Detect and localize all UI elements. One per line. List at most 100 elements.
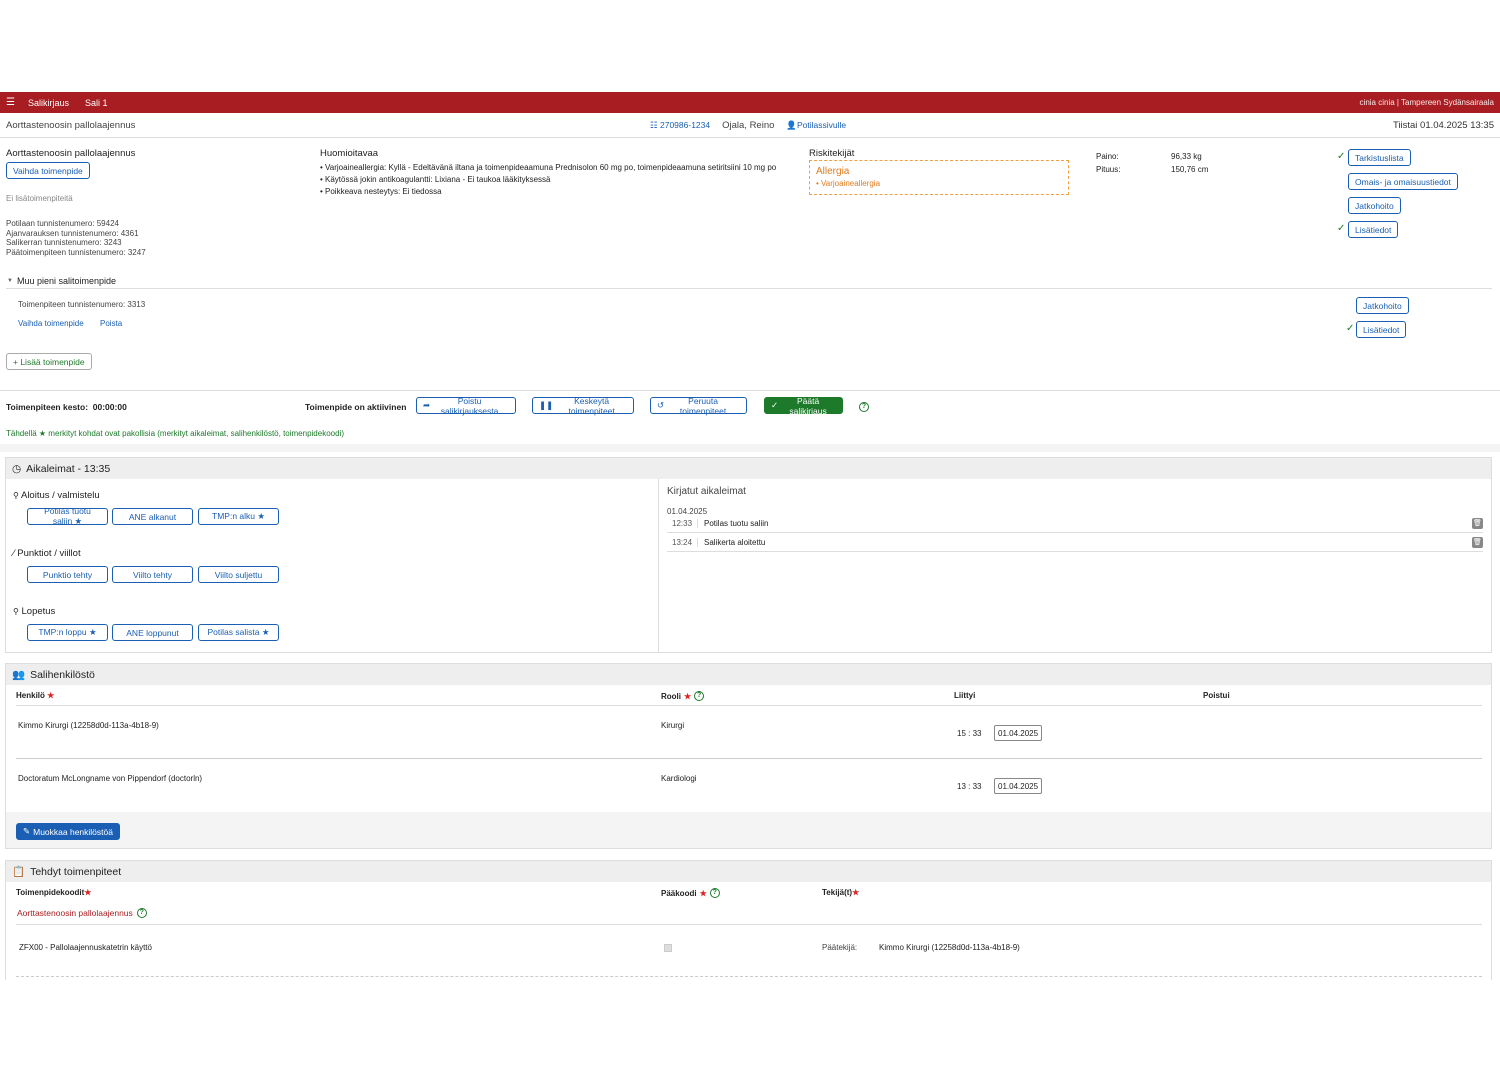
doer-name: Kimmo Kirurgi (12258d0d-113a-4b18-9) — [879, 943, 1020, 952]
staff-header: 👥 Salihenkilöstö — [6, 664, 1491, 685]
user-org: cinia cinia | Tampereen Sydänsairaala — [1359, 98, 1494, 107]
minor-procedure-id: Toimenpiteen tunnistenumero: 3313 — [18, 300, 146, 309]
divider — [16, 705, 1482, 706]
col-main: Pääkoodi ★? — [661, 888, 720, 898]
id-line: Salikerran tunnistenumero: 3243 — [6, 238, 122, 247]
key-icon: ⚲ — [13, 607, 19, 616]
room-name[interactable]: Sali 1 — [85, 98, 108, 108]
people-icon: 👥 — [12, 669, 26, 681]
app-window: ☰ Salikirjaus Sali 1 cinia cinia | Tampe… — [0, 92, 1500, 980]
cancel-button[interactable]: ↺ Peruuta toimenpiteet — [650, 396, 747, 416]
staff-role: Kirurgi — [661, 721, 685, 730]
app-name[interactable]: Salikirjaus — [28, 98, 69, 108]
patient-out-button[interactable]: Potilas salista ★ — [198, 624, 279, 641]
exit-button[interactable]: ➦ Poistu salikirjauksesta — [416, 395, 516, 416]
done-title: Tehdyt toimenpiteet — [30, 865, 122, 878]
exit-button-label: Poistu salikirjauksesta — [440, 395, 499, 416]
id-card-icon: ☷ — [650, 119, 658, 130]
staff-person: Doctoratum McLongname von Pippendorf (do… — [18, 774, 203, 783]
height-value: 150,76 cm — [1171, 165, 1209, 174]
trash-icon[interactable]: 🗑 — [1472, 518, 1483, 529]
id-line: Potilaan tunnistenumero: 59424 — [6, 219, 119, 228]
staff-date-input[interactable]: 01.04.2025 — [994, 725, 1042, 741]
minor-procedure-header[interactable]: ▼ Muu pieni salitoimenpide — [7, 276, 116, 286]
divider — [16, 758, 1482, 759]
undo-icon: ↺ — [657, 400, 665, 410]
weight-label: Paino: — [1096, 152, 1119, 161]
col-joined: Liittyi — [954, 691, 976, 700]
done-header: 📋 Tehdyt toimenpiteet — [6, 861, 1491, 882]
staff-role: Kardiologi — [661, 774, 697, 783]
divider — [16, 924, 1482, 925]
col-role: Rooli ★? — [661, 691, 705, 701]
doer-label: Päätekijä: — [822, 943, 858, 952]
duration-value: 00:00:00 — [92, 402, 127, 412]
timestamps-panel: ◷ Aikaleimat - 13:35 ⚲ Aloitus / valmist… — [5, 457, 1492, 653]
minor-change-link[interactable]: Vaihda toimenpide — [18, 319, 84, 328]
note-item: • Poikkeava nesteytys: Ei tiedossa — [320, 187, 442, 196]
patient-id[interactable]: ☷ 270986-1234 — [650, 120, 710, 131]
clock-icon: ◷ — [12, 462, 22, 475]
group-start: ⚲ Aloitus / valmistelu — [13, 490, 100, 501]
key-icon: ⚲ — [13, 491, 19, 500]
tmp-end-button[interactable]: TMP:n loppu ★ — [27, 624, 108, 641]
col-person: Henkilö ★ — [16, 691, 54, 700]
current-datetime: Tiistai 01.04.2025 13:35 — [1392, 119, 1494, 131]
followup-button[interactable]: Jatkohoito — [1348, 197, 1401, 214]
col-left: Poistui — [1203, 691, 1230, 700]
checkmark-icon: ✓ — [1346, 323, 1355, 334]
trash-icon[interactable]: 🗑 — [1472, 537, 1483, 548]
pause-button[interactable]: ❚❚ Keskeytä toimenpiteet — [532, 396, 634, 416]
relatives-button[interactable]: Omais- ja omaisuustiedot — [1348, 173, 1458, 190]
checklist-button[interactable]: Tarkistuslista — [1348, 149, 1411, 166]
done-panel: 📋 Tehdyt toimenpiteet Toimenpidekoodit★ … — [5, 860, 1492, 980]
help-icon[interactable]: ? — [136, 908, 147, 918]
staff-time[interactable]: 13 : 33 — [957, 782, 981, 791]
ane-end-button[interactable]: ANE loppunut — [112, 624, 193, 641]
patient-page-link-text: Potilassivulle — [796, 119, 847, 130]
extra-info-button[interactable]: Lisätiedot — [1348, 221, 1399, 238]
minor-followup-button[interactable]: Jatkohoito — [1356, 297, 1409, 314]
timestamps-header: ◷ Aikaleimat - 13:35 — [6, 458, 1491, 479]
menu-icon[interactable]: ☰ — [6, 97, 18, 108]
logged-row: 13:24 Salikerta aloitettu 🗑 — [667, 534, 1483, 552]
share-icon: ➦ — [423, 400, 431, 410]
patient-in-button[interactable]: Potilas tuotu saliin ★ — [27, 506, 108, 526]
col-person-label: Henkilö — [16, 691, 45, 700]
group-incisions: ∕ Punktiot / viillot — [13, 548, 81, 559]
logged-row: 12:33 Potilas tuotu saliin 🗑 — [667, 515, 1483, 533]
staff-time[interactable]: 15 : 33 — [957, 729, 981, 738]
finish-button[interactable]: ✓ Päätä salikirjaus — [764, 396, 843, 416]
edit-staff-button[interactable]: ✎ Muokkaa henkilöstöä — [16, 823, 120, 840]
col-codes-label: Toimenpidekoodit — [16, 888, 85, 897]
divider — [658, 479, 659, 652]
col-doers: Tekijä(t)★ — [822, 888, 859, 897]
help-icon[interactable]: ? — [709, 888, 720, 898]
staff-person: Kimmo Kirurgi (12258d0d-113a-4b18-9) — [18, 721, 159, 730]
incision-button[interactable]: Viilto tehty — [112, 566, 193, 583]
ane-start-button[interactable]: ANE alkanut — [112, 508, 193, 525]
puncture-button[interactable]: Punktio tehty — [27, 566, 108, 583]
active-status: Toimenpide on aktiivinen — [305, 402, 407, 412]
risk-item: • Varjoaineallergia — [816, 179, 881, 188]
risks-title: Riskitekijät — [809, 148, 855, 159]
staff-date-input[interactable]: 01.04.2025 — [994, 778, 1042, 794]
col-main-label: Pääkoodi — [661, 888, 697, 898]
logged-title: Kirjatut aikaleimat — [667, 486, 746, 497]
help-icon[interactable]: ? — [694, 691, 705, 701]
group-end-title: Lopetus — [21, 606, 56, 617]
spacer — [0, 444, 1500, 452]
main-code-checkbox[interactable] — [664, 944, 672, 952]
tmp-start-button[interactable]: TMP:n alku ★ — [198, 508, 279, 525]
minor-remove-link[interactable]: Poista — [100, 319, 122, 328]
minor-extra-button[interactable]: Lisätiedot — [1356, 321, 1407, 338]
help-icon[interactable]: ? — [859, 402, 869, 412]
patient-page-link[interactable]: 👤Potilassivulle — [786, 120, 846, 131]
change-procedure-button[interactable]: Vaihda toimenpide — [6, 162, 90, 179]
staff-title: Salihenkilöstö — [30, 668, 95, 681]
note-item: • Käytössä jokin antikoagulantti: Lixian… — [320, 175, 551, 184]
procedure-code: ZFX00 - Pallolaajennuskatetrin käyttö — [19, 943, 152, 952]
scalpel-icon: ∕ — [13, 548, 15, 559]
incision-closed-button[interactable]: Viilto suljettu — [198, 566, 279, 583]
add-procedure-button[interactable]: + Lisää toimenpide — [6, 353, 92, 370]
